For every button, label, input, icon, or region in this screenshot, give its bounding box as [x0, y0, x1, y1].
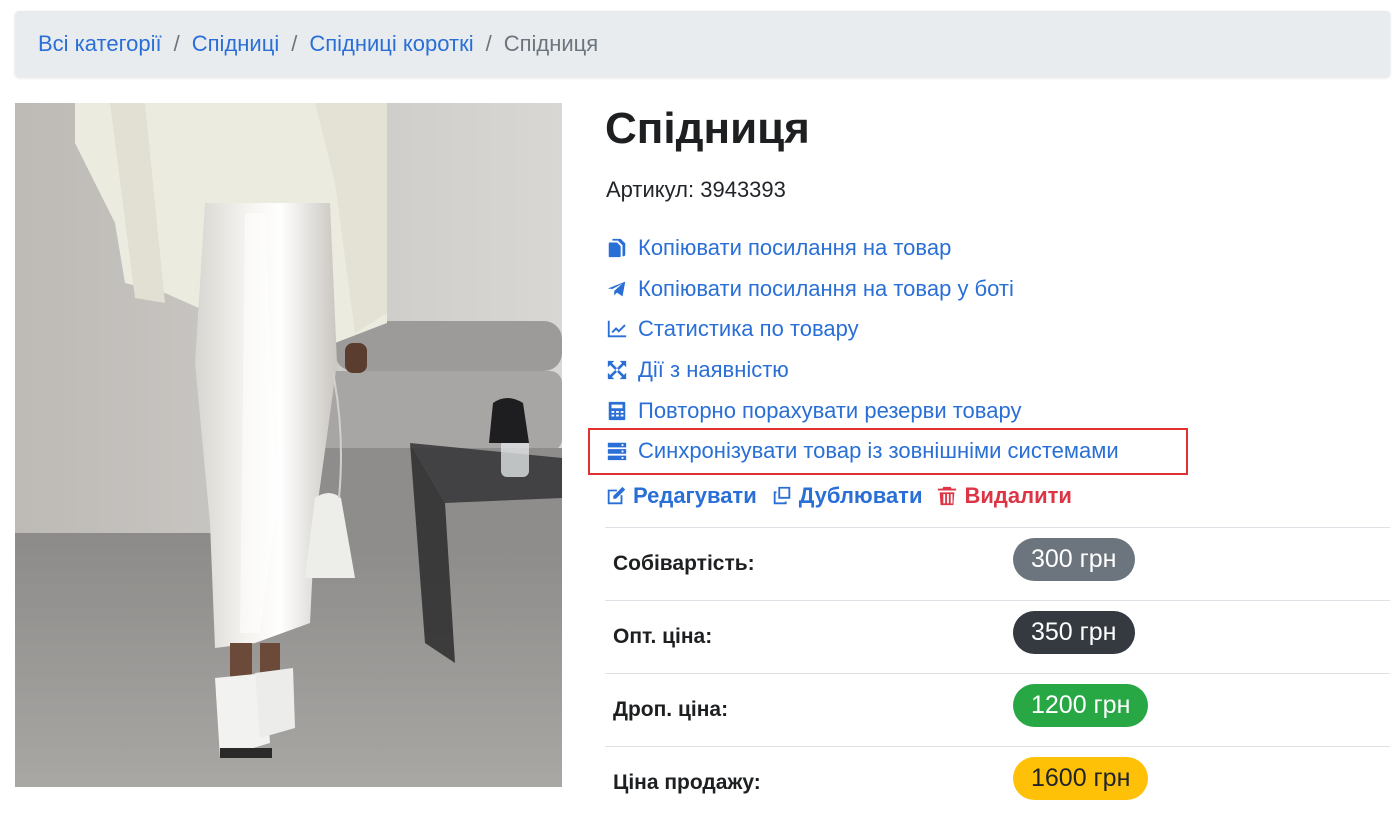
calculator-icon	[605, 399, 629, 423]
duplicate-icon	[773, 486, 790, 505]
expand-arrows-icon	[605, 358, 629, 382]
duplicate-button[interactable]: Дублювати	[771, 483, 923, 509]
sync-external-systems-action[interactable]: Синхронізувати товар із зовнішніми систе…	[605, 431, 1119, 472]
copy-bot-link-action[interactable]: Копіювати посилання на товар у боті	[605, 269, 1119, 310]
breadcrumb-current: Спідниця	[503, 31, 599, 56]
product-actions-list: Копіювати посилання на товар Копіювати п…	[605, 228, 1119, 472]
delete-button[interactable]: Видалити	[936, 483, 1072, 509]
breadcrumb-link-all-categories[interactable]: Всі категорії	[38, 31, 162, 57]
delete-button-label: Видалити	[964, 483, 1072, 508]
price-row-dropship: Дроп. ціна: 1200 грн	[605, 673, 1390, 746]
breadcrumb-separator: /	[291, 31, 298, 56]
product-sku: Артикул: 3943393	[606, 177, 786, 202]
action-label: Повторно порахувати резерви товару	[638, 397, 1022, 423]
duplicate-button-label: Дублювати	[798, 483, 923, 508]
price-label: Дроп. ціна:	[613, 698, 729, 721]
price-badge: 300 грн	[1013, 538, 1135, 581]
price-label: Ціна продажу:	[613, 771, 761, 794]
price-row-cost: Собівартість: 300 грн	[605, 527, 1390, 600]
breadcrumb-separator: /	[173, 31, 180, 56]
action-label: Дії з наявністю	[638, 357, 789, 383]
trash-icon	[938, 486, 957, 506]
breadcrumb-separator: /	[485, 31, 492, 56]
edit-icon	[607, 486, 626, 505]
price-badge: 1200 грн	[1013, 684, 1149, 727]
server-icon	[605, 439, 629, 463]
product-title: Спідниця	[605, 104, 810, 153]
product-photo-illustration	[15, 103, 562, 787]
price-badge: 350 грн	[1013, 611, 1135, 654]
breadcrumb-link-short-skirts[interactable]: Спідниці короткі	[309, 31, 473, 57]
availability-actions-action[interactable]: Дії з наявністю	[605, 350, 1119, 391]
copy-product-link-action[interactable]: Копіювати посилання на товар	[605, 228, 1119, 269]
telegram-icon	[605, 277, 629, 301]
chart-line-icon	[605, 317, 629, 341]
action-label: Статистика по товару	[638, 316, 859, 342]
action-label: Копіювати посилання на товар	[638, 235, 952, 261]
price-label: Опт. ціна:	[613, 625, 713, 648]
breadcrumb-link-skirts[interactable]: Спідниці	[192, 31, 279, 57]
price-row-retail: Ціна продажу: 1600 грн	[605, 746, 1390, 819]
product-photo[interactable]	[15, 103, 562, 787]
price-label: Собівартість:	[613, 552, 755, 575]
breadcrumb: Всі категорії / Спідниці / Спідниці коро…	[15, 11, 1390, 77]
recalculate-reserves-action[interactable]: Повторно порахувати резерви товару	[605, 390, 1119, 431]
edit-button[interactable]: Редагувати	[605, 483, 757, 509]
edit-button-label: Редагувати	[633, 483, 757, 508]
price-row-wholesale: Опт. ціна: 350 грн	[605, 600, 1390, 673]
edit-actions-row: Редагувати Дублювати Видалити	[605, 483, 1086, 509]
prices-table: Собівартість: 300 грн Опт. ціна: 350 грн…	[605, 527, 1390, 819]
action-label: Синхронізувати товар із зовнішніми систе…	[638, 438, 1119, 464]
action-label: Копіювати посилання на товар у боті	[638, 275, 1014, 301]
copy-icon	[605, 236, 629, 260]
price-badge: 1600 грн	[1013, 757, 1149, 800]
product-statistics-action[interactable]: Статистика по товару	[605, 309, 1119, 350]
